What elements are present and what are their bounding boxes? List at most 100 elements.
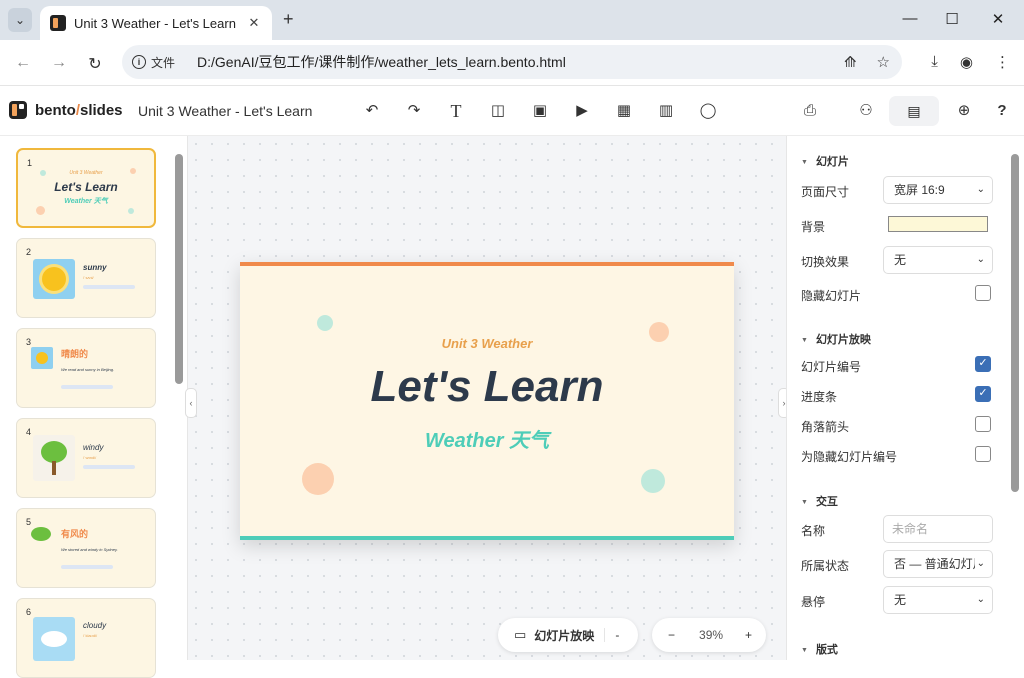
print-icon[interactable]: ⎙ <box>800 101 820 121</box>
undo-icon[interactable]: ↶ <box>362 101 382 121</box>
slide-thumbnail-6[interactable]: 6 cloudy /ˈklaʊdi/ <box>16 598 156 678</box>
background-label: 背景 <box>801 220 826 234</box>
comment-tool-icon[interactable]: ◯ <box>698 101 718 121</box>
properties-panel: 幻灯片 页面尺寸 宽屏 16:9⌄ 背景 切换效果 无⌄ 隐藏幻灯片 幻灯片放映… <box>786 136 1024 660</box>
close-icon[interactable]: ✕ <box>246 15 262 31</box>
present-button[interactable]: 幻灯片放映 <box>534 627 594 644</box>
site-info-chip[interactable]: i 文件 <box>132 54 175 71</box>
collaborators-icon[interactable]: ⚇ <box>856 101 876 121</box>
new-tab-button[interactable]: + <box>283 9 294 30</box>
thumb-phonetic: /ˈwɪndi/ <box>83 455 97 460</box>
zoom-out-button[interactable]: − <box>668 628 675 642</box>
collapse-left-panel-button[interactable]: ‹ <box>185 388 197 418</box>
background-color-swatch[interactable] <box>888 216 988 232</box>
slide-thumbnail-panel: 1 Unit 3 Weather Let's Learn Weather 天气 … <box>0 136 188 678</box>
zoom-control: − 39% + <box>652 618 766 652</box>
table-tool-icon[interactable]: ▦ <box>614 101 634 121</box>
thumb-subtitle: Weather 天气 <box>64 198 108 205</box>
current-slide[interactable]: Unit 3 Weather Let's Learn Weather 天气 <box>240 262 734 540</box>
reload-icon[interactable]: ↻ <box>86 54 104 74</box>
shapes-tool-icon[interactable]: ◫ <box>488 101 508 121</box>
page-size-select[interactable]: 宽屏 16:9 ⌄ <box>883 176 993 204</box>
section-interaction[interactable]: 交互 <box>801 493 838 509</box>
hover-select[interactable]: 无 ⌄ <box>883 586 993 614</box>
chevron-down-icon: ⌄ <box>14 13 26 27</box>
state-select[interactable]: 否 — 普通幻灯片 ⌄ <box>883 550 993 578</box>
corner-arrows-label: 角落箭头 <box>801 420 850 434</box>
slide-thumbnail-1[interactable]: 1 Unit 3 Weather Let's Learn Weather 天气 <box>16 148 156 228</box>
section-slideshow[interactable]: 幻灯片放映 <box>801 331 871 347</box>
tab-search-button[interactable]: ⌄ <box>8 8 32 32</box>
state-label: 所属状态 <box>801 559 850 573</box>
document-title[interactable]: Unit 3 Weather - Let's Learn <box>138 103 312 119</box>
slide-bottom-bar <box>240 536 734 540</box>
download-icon[interactable]: ⤓ <box>931 53 938 71</box>
star-icon[interactable]: ☆ <box>877 53 890 71</box>
present-control: ▭ 幻灯片放映 - <box>498 618 638 652</box>
decor-dot <box>302 463 334 495</box>
profile-icon[interactable]: ◉ <box>960 53 973 71</box>
text-tool-icon[interactable]: T <box>446 101 466 121</box>
section-slide[interactable]: 幻灯片 <box>801 153 849 169</box>
chevron-down-icon: ⌄ <box>976 254 985 265</box>
cloud-image <box>33 617 75 661</box>
zoom-in-button[interactable]: + <box>745 628 752 642</box>
slide-number-checkbox[interactable]: ✓ <box>975 356 991 372</box>
properties-scrollbar[interactable] <box>1011 154 1019 492</box>
minimize-icon[interactable]: — <box>900 10 920 27</box>
slide-unit-text[interactable]: Unit 3 Weather <box>240 336 734 351</box>
slide-number: 1 <box>27 158 33 168</box>
globe-icon[interactable]: ⊕ <box>954 101 974 121</box>
forward-icon[interactable]: → <box>50 54 68 72</box>
app-toolbar: bento/slides Unit 3 Weather - Let's Lear… <box>0 86 1024 136</box>
browser-tab[interactable]: Unit 3 Weather - Let's Learn ✕ <box>40 6 272 40</box>
present-options-button[interactable]: - <box>604 628 619 642</box>
tab-title: Unit 3 Weather - Let's Learn <box>74 15 236 31</box>
thumb-sentence: We stored and windy in Sydney. <box>61 547 118 552</box>
url-text[interactable]: D:/GenAI/豆包工作/课件制作/weather_lets_learn.be… <box>197 52 566 72</box>
redo-icon[interactable]: ↷ <box>404 101 424 121</box>
translate-icon[interactable]: ⟰ <box>844 53 857 71</box>
save-button[interactable]: ▤ <box>889 96 939 126</box>
slide-thumbnail-4[interactable]: 4 windy /ˈwɪndi/ <box>16 418 156 498</box>
page-size-label: 页面尺寸 <box>801 185 850 199</box>
slide-thumbnail-3[interactable]: 3 晴朗的 We read and sunny in Beijing. <box>16 328 156 408</box>
chevron-down-icon: ⌄ <box>976 184 985 195</box>
corner-arrows-checkbox[interactable] <box>975 416 991 432</box>
video-tool-icon[interactable]: ▶ <box>572 101 592 121</box>
slide-number-label: 幻灯片编号 <box>801 360 862 374</box>
transition-value: 无 <box>894 253 907 267</box>
thumb-title: 晴朗的 <box>61 349 89 359</box>
logo-sub: slides <box>80 102 123 119</box>
maximize-icon[interactable]: ☐ <box>942 10 962 28</box>
window-close-icon[interactable]: ✕ <box>988 10 1008 28</box>
slide-canvas: ‹ › Unit 3 Weather Let's Learn Weather 天… <box>185 136 790 660</box>
decor-dot <box>317 315 333 331</box>
menu-kebab-icon[interactable]: ⋮ <box>995 53 1010 71</box>
chart-tool-icon[interactable]: ▥ <box>656 101 676 121</box>
section-layout[interactable]: 版式 <box>801 641 838 657</box>
tree-image <box>33 435 75 481</box>
zoom-level[interactable]: 39% <box>699 628 723 642</box>
slide-title[interactable]: Let's Learn <box>240 362 734 412</box>
decor-dot <box>641 469 665 493</box>
present-icon: ▭ <box>514 627 527 642</box>
hidden-slide-number-checkbox[interactable] <box>975 446 991 462</box>
thumb-title: sunny <box>83 263 107 272</box>
transition-select[interactable]: 无 ⌄ <box>883 246 993 274</box>
thumbnail-scrollbar[interactable] <box>175 154 183 384</box>
thumb-phonetic: /ˈklaʊdi/ <box>83 633 98 638</box>
help-icon[interactable]: ? <box>992 101 1012 121</box>
hide-slide-checkbox[interactable] <box>975 285 991 301</box>
slide-thumbnail-5[interactable]: 5 有风的 We stored and windy in Sydney. <box>16 508 156 588</box>
back-icon[interactable]: ← <box>14 54 32 72</box>
slide-number: 2 <box>26 247 32 257</box>
address-bar-row: ← → ↻ i 文件 D:/GenAI/豆包工作/课件制作/weather_le… <box>0 40 1024 86</box>
progress-bar-checkbox[interactable]: ✓ <box>975 386 991 402</box>
name-input[interactable]: 未命名 <box>883 515 993 543</box>
image-tool-icon[interactable]: ▣ <box>530 101 550 121</box>
slide-subtitle[interactable]: Weather 天气 <box>240 424 734 453</box>
slide-thumbnail-2[interactable]: 2 sunny /ˈsʌni/ <box>16 238 156 318</box>
omnibox[interactable]: i 文件 D:/GenAI/豆包工作/课件制作/weather_lets_lea… <box>122 45 902 79</box>
sun-image <box>33 259 75 299</box>
